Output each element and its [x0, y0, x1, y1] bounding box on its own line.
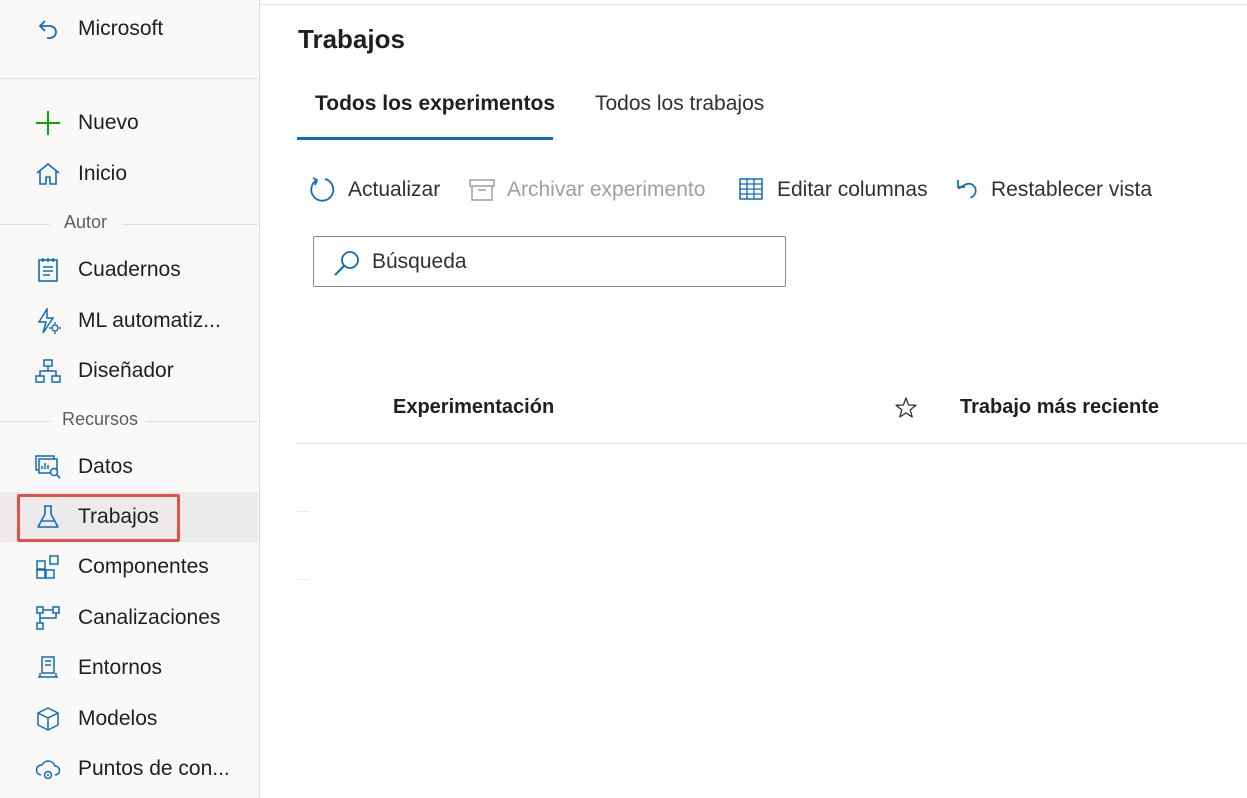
column-header-experimentacion[interactable]: Experimentación	[393, 396, 554, 419]
nav-item-entornos[interactable]: Entornos	[0, 643, 258, 693]
back-to-microsoft-button[interactable]: Microsoft	[0, 4, 258, 54]
archive-label: Archivar experimento	[507, 178, 706, 201]
section-header-recursos: Recursos	[0, 409, 258, 433]
header-divider	[261, 4, 1247, 5]
nav-item-componentes[interactable]: Componentes	[0, 542, 258, 592]
nav-item-label: Diseñador	[78, 359, 174, 382]
nav-item-label: Nuevo	[78, 111, 139, 134]
plus-icon	[34, 110, 62, 136]
nav-item-inicio[interactable]: Inicio	[0, 149, 258, 199]
favorite-star-icon[interactable]	[894, 396, 918, 420]
refresh-button[interactable]: Actualizar	[308, 172, 440, 208]
nav-item-label: Canalizaciones	[78, 606, 221, 629]
archive-experiment-button[interactable]: Archivar experimento	[467, 172, 705, 208]
nav-item-label: ML automatiz...	[78, 309, 221, 332]
tab-todos-los-trabajos[interactable]: Todos los trabajos	[595, 92, 764, 140]
nav-item-label: Entornos	[78, 656, 163, 679]
search-box	[313, 236, 786, 287]
nav-item-disenador[interactable]: Diseñador	[0, 346, 258, 396]
edit-columns-button[interactable]: Editar columnas	[737, 172, 928, 208]
endpoints-icon	[34, 756, 62, 782]
back-arrow-icon	[34, 16, 62, 42]
nav-item-label: Componentes	[78, 555, 209, 578]
reset-view-button[interactable]: Restablecer vista	[951, 172, 1152, 208]
nav-item-nuevo[interactable]: Nuevo	[0, 98, 258, 148]
back-label: Microsoft	[78, 17, 164, 40]
reset-icon	[951, 175, 981, 205]
search-icon	[332, 248, 362, 278]
table-header-divider	[297, 443, 1247, 444]
row-divider	[297, 579, 309, 580]
active-tab-indicator	[297, 137, 553, 140]
components-icon	[34, 554, 62, 580]
refresh-icon	[308, 175, 338, 205]
automl-icon	[34, 308, 62, 334]
nav-item-label: Cuadernos	[78, 258, 181, 281]
reset-view-label: Restablecer vista	[991, 178, 1153, 201]
nav-item-puntos-de-conexion[interactable]: Puntos de con...	[0, 744, 258, 794]
column-header-trabajo-mas-reciente[interactable]: Trabajo más reciente	[960, 396, 1159, 419]
left-nav: Microsoft Nuevo Inicio Autor Cuadernos M…	[0, 0, 260, 798]
nav-item-automl[interactable]: ML automatiz...	[0, 296, 258, 346]
search-input[interactable]	[372, 247, 772, 277]
row-divider	[297, 511, 309, 512]
nav-item-label: Datos	[78, 455, 133, 478]
flask-icon	[34, 504, 62, 530]
section-header-autor: Autor	[0, 212, 258, 236]
nav-item-datos[interactable]: Datos	[0, 442, 258, 492]
nav-item-label: Puntos de con...	[78, 757, 230, 780]
tab-todos-los-experimentos[interactable]: Todos los experimentos	[315, 92, 555, 140]
archive-icon	[467, 175, 497, 205]
nav-item-trabajos[interactable]: Trabajos	[0, 492, 258, 542]
nav-item-canalizaciones[interactable]: Canalizaciones	[0, 593, 258, 643]
edit-columns-icon	[737, 175, 767, 205]
edit-columns-label: Editar columnas	[777, 178, 928, 201]
pipelines-icon	[34, 605, 62, 631]
environments-icon	[34, 655, 62, 681]
refresh-label: Actualizar	[348, 178, 441, 201]
nav-item-label: Inicio	[78, 162, 128, 185]
nav-divider	[0, 78, 258, 79]
home-icon	[34, 161, 62, 187]
nav-item-label: Modelos	[78, 707, 158, 730]
designer-icon	[34, 358, 62, 384]
cube-icon	[34, 706, 62, 732]
nav-item-modelos[interactable]: Modelos	[0, 694, 258, 744]
nav-item-label: Trabajos	[78, 505, 159, 528]
data-icon	[34, 454, 62, 480]
nav-item-cuadernos[interactable]: Cuadernos	[0, 245, 258, 295]
section-title: Recursos	[62, 409, 139, 430]
section-title: Autor	[64, 212, 108, 233]
page-title: Trabajos	[298, 24, 405, 54]
notebook-icon	[34, 257, 62, 283]
